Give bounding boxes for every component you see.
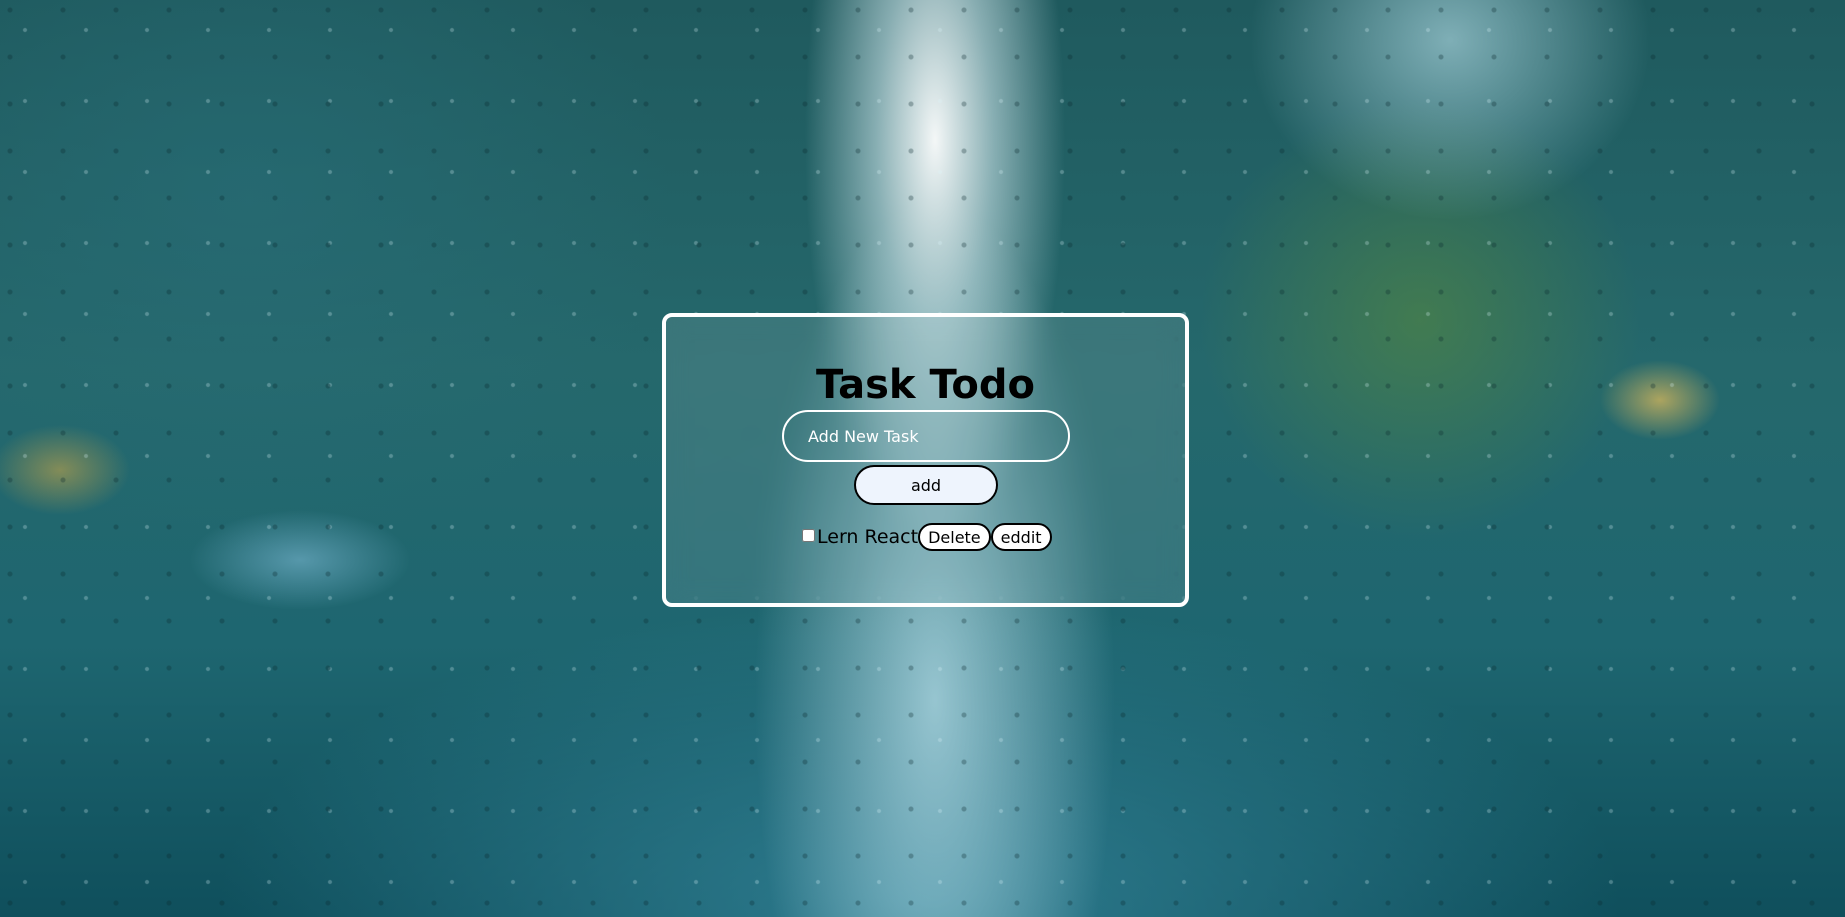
task-label: Lern React (817, 526, 919, 548)
edit-task-button[interactable]: eddit (990, 523, 1052, 551)
task-complete-checkbox[interactable] (802, 528, 815, 542)
delete-task-button[interactable]: Delete (918, 523, 991, 551)
todo-card: Task Todo add Lern React Delete eddit (662, 313, 1189, 607)
task-item: Lern React Delete eddit (802, 522, 1052, 552)
new-task-input[interactable] (782, 410, 1070, 462)
add-task-button[interactable]: add (854, 465, 998, 505)
app-title: Task Todo (815, 362, 1036, 408)
